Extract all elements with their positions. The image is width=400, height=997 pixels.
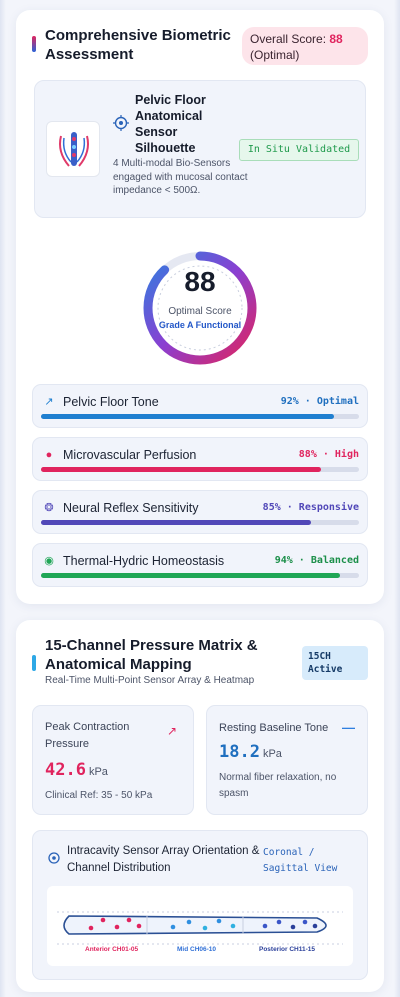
trend-up-icon: ↗ [166,724,177,738]
zone-label-posterior: Posterior CH11-15 [259,946,315,953]
metric-value: 94% · Balanced [274,555,359,566]
metric-pelvic-floor-tone[interactable]: ↗ Pelvic Floor Tone 92% · Optimal [32,384,368,428]
sensor-array-diagram: Anterior CH01-05 Mid CH06-10 Posterior C… [47,886,353,966]
brain-icon: ❂ [44,502,54,514]
sensor-description: 4 Multi-modal Bio-Sensors engaged with m… [113,158,248,196]
stat-value: 18.2 kPa [219,742,282,762]
stat-label: Resting Baseline Tone [219,722,329,734]
pressure-subtitle: Real-Time Multi-Point Sensor Array & Hea… [45,675,255,686]
metric-label: Neural Reflex Sensitivity [63,501,199,515]
channels-active-badge: 15CH Active [302,646,368,680]
stat-note: Clinical Ref: 35 - 50 kPa [45,790,153,801]
title-accent-bar [32,36,36,52]
metric-value: 92% · Optimal [280,396,359,407]
pressure-matrix-card: 15-Channel Pressure Matrix & Anatomical … [16,620,384,992]
resting-value: 18.2 [219,742,260,762]
score-label: Overall Score: [250,32,327,46]
metric-microvascular-perfusion[interactable]: ● Microvascular Perfusion 88% · High [32,437,368,481]
expand-arrows-icon: ↗ [44,396,54,408]
metric-fill [41,414,334,419]
metric-value: 85% · Responsive [262,502,359,513]
pressure-title: 15-Channel Pressure Matrix & Anatomical … [45,637,258,673]
gauge-score-label: Optimal Score [168,306,232,317]
metric-track [41,573,359,578]
orientation-view-toggle[interactable]: Coronal / Sagittal View [263,845,363,877]
metric-label: Thermal-Hydric Homeostasis [63,554,225,568]
metric-fill [41,467,321,472]
pelvic-sensor-image [46,121,100,177]
sensor-array-orientation-panel: Intracavity Sensor Array Orientation & C… [32,830,368,980]
metric-thermal-hydric-homeostasis[interactable]: ◉ Thermal-Hydric Homeostasis 94% · Balan… [32,543,368,587]
metric-track [41,467,359,472]
score-value: 88 [329,32,343,46]
metric-track [41,414,359,419]
metric-label: Microvascular Perfusion [63,448,197,462]
sensor-silhouette-panel: Pelvic Floor Anatomical Sensor Silhouett… [34,80,366,218]
peak-value: 42.6 [45,760,86,780]
biometric-assessment-card: Comprehensive Biometric Assessment Overa… [16,10,384,604]
sensor-title: Pelvic Floor Anatomical Sensor Silhouett… [135,93,206,155]
array-target-icon [47,851,61,865]
title-accent-bar [32,655,36,671]
thermal-drop-icon: ◉ [44,555,54,567]
peak-contraction-stat: Peak Contraction Pressure ↗ 42.6 kPa Clin… [32,705,194,815]
stat-value: 42.6 kPa [45,760,108,780]
zone-label-mid: Mid CH06-10 [177,946,217,953]
metric-track [41,520,359,525]
stat-note: Normal fiber relaxation, no spasm [219,772,337,799]
sensor-target-icon [113,115,129,131]
resting-unit: kPa [262,748,282,760]
dash-icon: — [342,720,355,735]
metric-fill [41,520,312,525]
zone-label-anterior: Anterior CH01-05 [85,946,139,953]
resting-baseline-stat: Resting Baseline Tone — 18.2 kPa Normal f… [206,705,368,815]
overall-score-pill: Overall Score: 88 (Optimal) [242,27,368,65]
gauge-grade-label: Grade A Functional [158,320,242,330]
metric-fill [41,573,340,578]
droplet-icon: ● [45,449,53,461]
stat-label: Peak Contraction Pressure [45,721,130,750]
metric-label: Pelvic Floor Tone [63,395,159,409]
peak-unit: kPa [88,766,108,778]
score-status: (Optimal) [250,48,300,62]
assessment-title: Comprehensive Biometric Assessment [45,27,231,63]
gauge-score-value: 88 [184,266,216,297]
metric-neural-reflex-sensitivity[interactable]: ❂ Neural Reflex Sensitivity 85% · Respon… [32,490,368,534]
metric-value: 88% · High [298,449,359,460]
orientation-title: Intracavity Sensor Array Orientation & C… [67,845,260,874]
